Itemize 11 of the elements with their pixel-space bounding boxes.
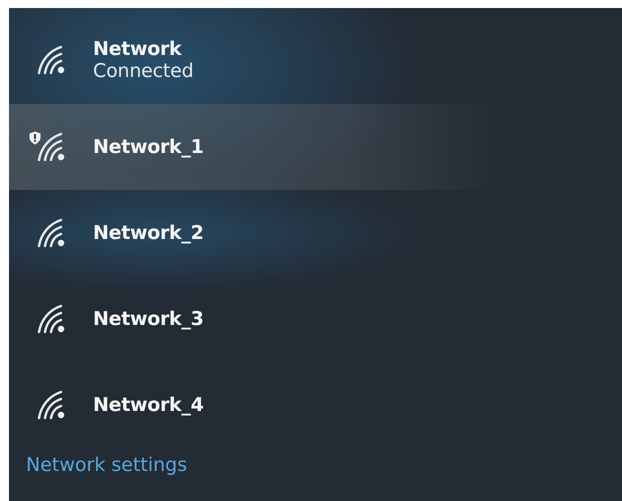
network-status: Connected xyxy=(93,60,194,82)
network-name: Network_4 xyxy=(93,394,204,416)
network-item[interactable]: Network_4 xyxy=(9,362,622,448)
network-item[interactable]: Network_2 xyxy=(9,190,622,276)
network-settings-link[interactable]: Network settings xyxy=(9,454,188,476)
network-item[interactable]: Network Connected xyxy=(9,16,622,104)
network-name: Network_2 xyxy=(93,222,204,244)
network-name: Network_1 xyxy=(93,136,204,158)
network-name: Network xyxy=(93,38,183,60)
network-name: Network_3 xyxy=(93,308,204,330)
network-item[interactable]: Network_3 xyxy=(9,276,622,362)
